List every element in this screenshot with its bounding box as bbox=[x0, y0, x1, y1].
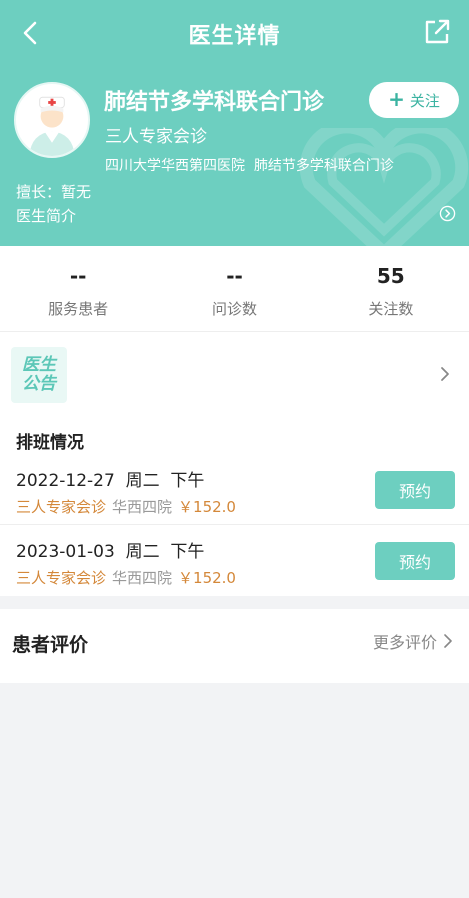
stat-label: 关注数 bbox=[368, 300, 414, 318]
doctor-header: 医生详情 肺结节多学科联合门诊 + 关注 三人专家会诊 四川大学华西第四医院 肺… bbox=[0, 0, 469, 246]
stat-label: 问诊数 bbox=[211, 300, 257, 318]
stat-value: 55 bbox=[376, 264, 405, 288]
chevron-right-circle-icon[interactable] bbox=[439, 205, 456, 222]
slot-meta: 三人专家会诊 华西四院 ￥152.0 bbox=[16, 567, 236, 588]
hospital-name: 四川大学华西第四医院 bbox=[105, 158, 245, 174]
notice-badge-line2: 公告 bbox=[22, 374, 56, 394]
more-reviews-label: 更多评价 bbox=[372, 633, 437, 652]
doctor-expertise: 擅长：暂无 bbox=[16, 183, 92, 201]
slot-datetime: 2022-12-27 周二 下午 bbox=[16, 466, 204, 491]
slot-datetime: 2023-01-03 周二 下午 bbox=[16, 537, 204, 562]
schedule-slot: 2023-01-03 周二 下午 三人专家会诊 华西四院 ￥152.0 预约 bbox=[0, 525, 469, 596]
follow-button[interactable]: + 关注 bbox=[369, 82, 459, 118]
doctor-notice-row[interactable]: 医生 公告 bbox=[0, 332, 469, 416]
watermark-heart-icon bbox=[299, 128, 469, 246]
plus-icon: + bbox=[388, 87, 405, 111]
reviews-heading: 患者评价 bbox=[12, 634, 89, 656]
slot-hospital: 华西四院 bbox=[112, 498, 173, 516]
slot-price: ￥152.0 bbox=[178, 569, 236, 587]
schedule-section: 排班情况 2022-12-27 周二 下午 三人专家会诊 华西四院 ￥152.0 预… bbox=[0, 416, 469, 596]
share-icon[interactable] bbox=[423, 18, 451, 46]
slot-weekday: 周二 bbox=[125, 471, 160, 491]
chevron-right-icon bbox=[444, 634, 452, 648]
reviews-section: 患者评价 更多评价 bbox=[0, 609, 469, 683]
slot-meta: 三人专家会诊 华西四院 ￥152.0 bbox=[16, 496, 236, 517]
notice-badge-line1: 医生 bbox=[22, 355, 56, 375]
stat-followers: 55 关注数 bbox=[313, 246, 469, 331]
stat-service-patients: -- 服务患者 bbox=[0, 246, 156, 331]
book-button[interactable]: 预约 bbox=[375, 471, 455, 509]
slot-period: 下午 bbox=[170, 471, 205, 491]
slot-weekday: 周二 bbox=[125, 542, 160, 562]
doctor-intro-link[interactable]: 医生简介 bbox=[16, 205, 76, 226]
slot-type: 三人专家会诊 bbox=[16, 569, 107, 587]
slot-price: ￥152.0 bbox=[178, 498, 236, 516]
stat-value: -- bbox=[69, 264, 87, 288]
chevron-right-icon[interactable] bbox=[439, 365, 451, 383]
doctor-title: 三人专家会诊 bbox=[105, 127, 207, 147]
slot-type: 三人专家会诊 bbox=[16, 498, 107, 516]
doctor-hospital: 四川大学华西第四医院 肺结节多学科联合门诊 bbox=[105, 155, 394, 175]
stat-value: -- bbox=[226, 264, 243, 288]
doctor-name: 肺结节多学科联合门诊 bbox=[104, 90, 325, 115]
department-name: 肺结节多学科联合门诊 bbox=[253, 158, 394, 174]
stats-bar: -- 服务患者 -- 问诊数 55 关注数 bbox=[0, 246, 469, 332]
schedule-heading: 排班情况 bbox=[16, 433, 84, 453]
doctor-avatar-icon bbox=[17, 85, 87, 156]
schedule-slot: 2022-12-27 周二 下午 三人专家会诊 华西四院 ￥152.0 预约 bbox=[0, 454, 469, 525]
stat-label: 服务患者 bbox=[48, 300, 109, 318]
more-reviews-link[interactable]: 更多评价 bbox=[373, 629, 453, 653]
page-title: 医生详情 bbox=[188, 24, 281, 49]
stat-consultations: -- 问诊数 bbox=[156, 246, 312, 331]
slot-date: 2022-12-27 bbox=[16, 471, 115, 491]
slot-date: 2023-01-03 bbox=[16, 542, 115, 562]
notice-badge: 医生 公告 bbox=[11, 347, 67, 403]
book-button[interactable]: 预约 bbox=[375, 542, 455, 580]
slot-hospital: 华西四院 bbox=[112, 569, 173, 587]
slot-period: 下午 bbox=[170, 542, 205, 562]
doctor-avatar bbox=[14, 82, 90, 158]
follow-label: 关注 bbox=[409, 91, 440, 110]
